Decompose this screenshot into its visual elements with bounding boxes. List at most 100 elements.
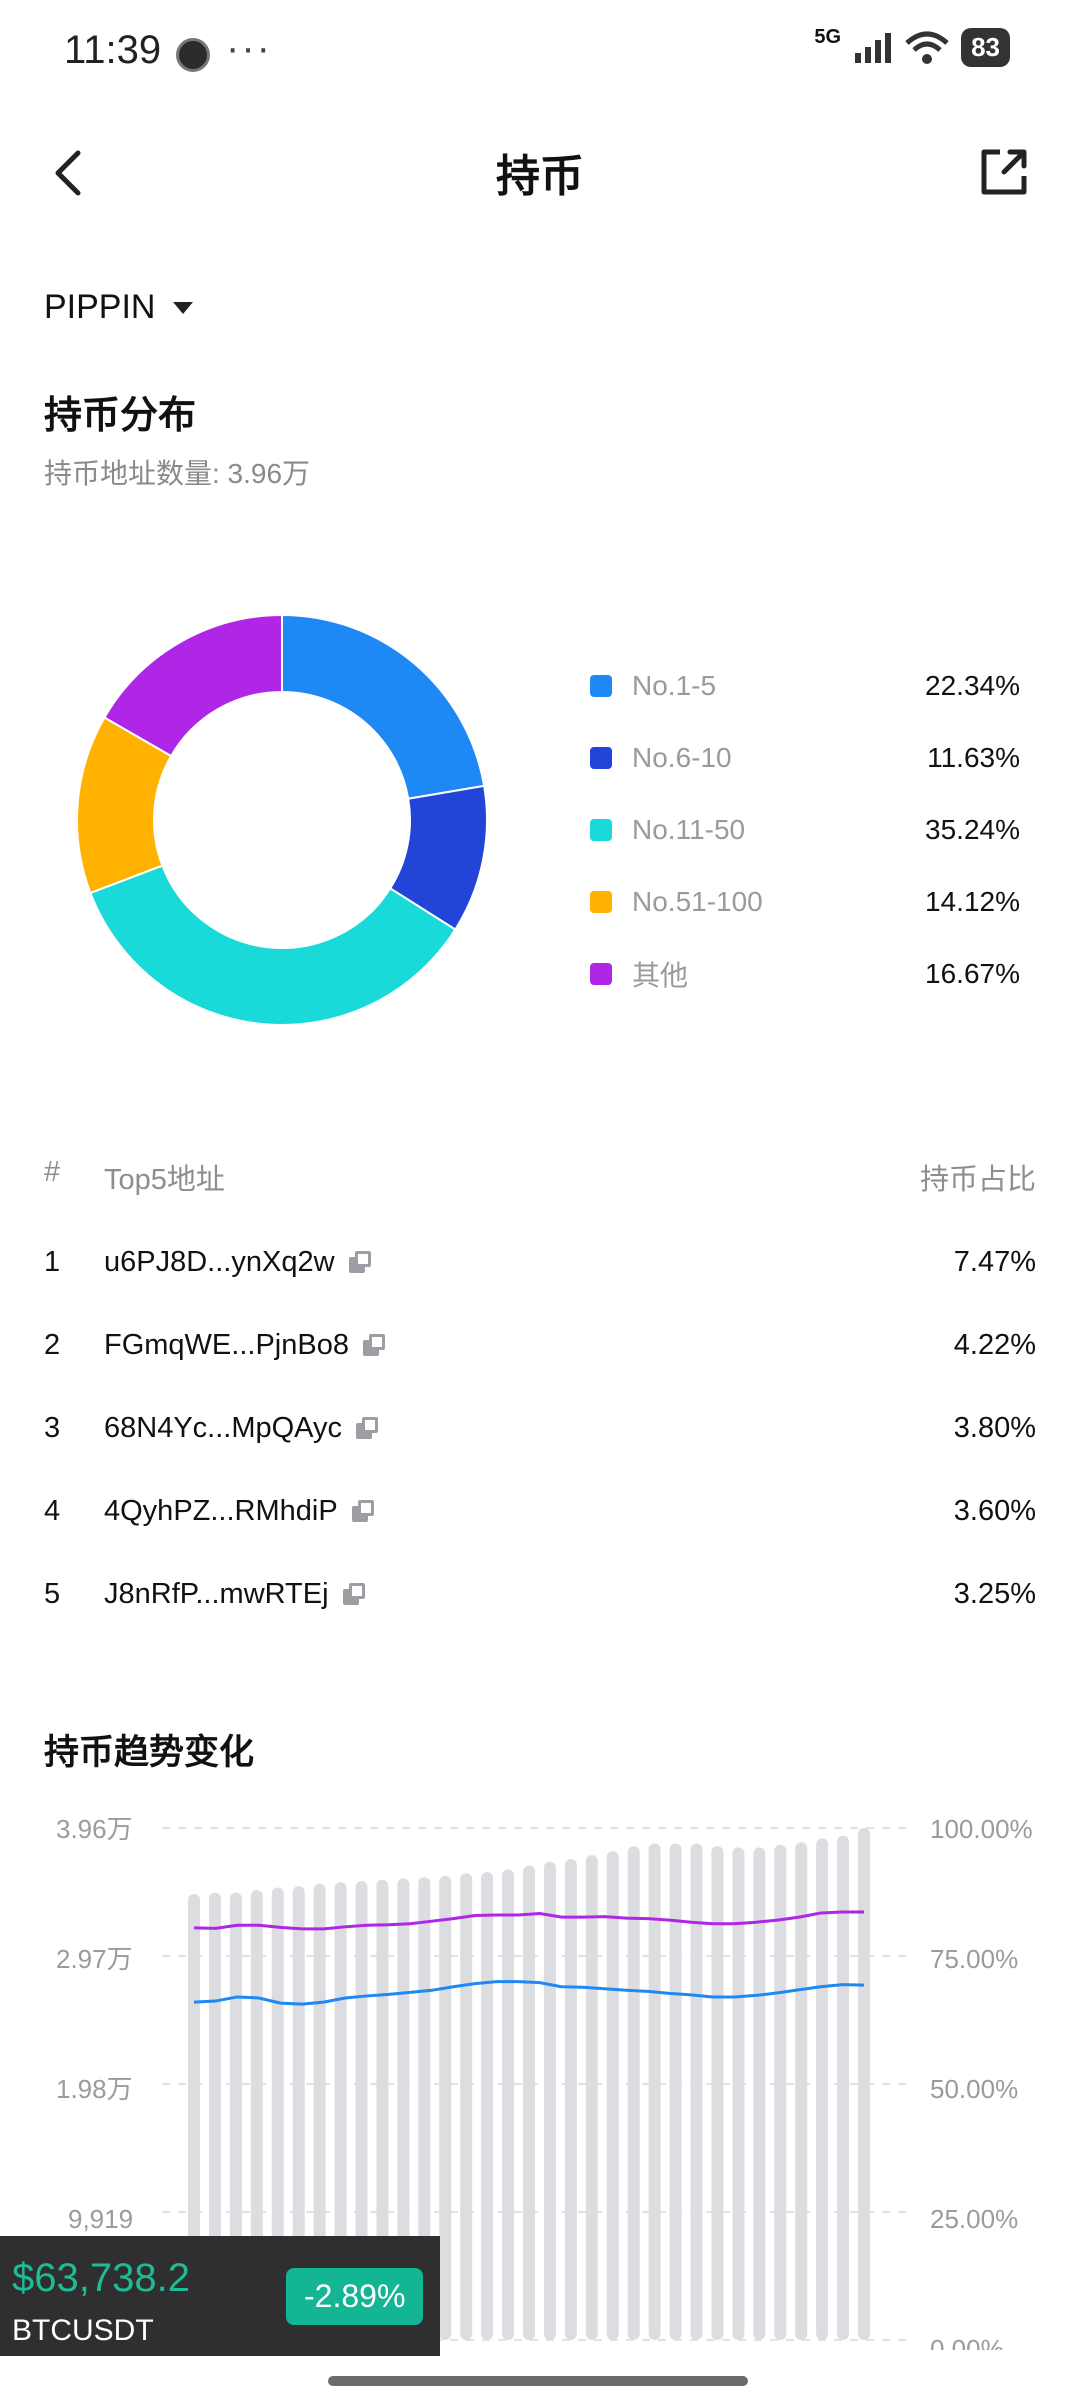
top5-table-header: # Top5地址 持币占比 xyxy=(44,1156,1036,1200)
row-share: 4.22% xyxy=(953,1329,1036,1361)
btc-ticker-widget[interactable]: $63,738.2 BTCUSDT -2.89% xyxy=(0,2236,440,2356)
legend-swatch xyxy=(590,675,612,697)
battery-indicator: 83 xyxy=(961,28,1010,67)
row-address: 68N4Yc...MpQAyc xyxy=(104,1412,380,1445)
holding-distribution-donut xyxy=(76,613,488,1026)
token-name: PIPPIN xyxy=(44,288,156,326)
wifi-icon xyxy=(905,31,949,64)
legend-item: 其他 16.67% xyxy=(590,938,1020,1010)
donut-slice-1 xyxy=(281,613,486,800)
home-indicator[interactable] xyxy=(328,2376,748,2386)
legend-item: No.1-5 22.34% xyxy=(590,650,1020,722)
y-left-tick: 1.98万 xyxy=(56,2074,133,2104)
holder-count-bar xyxy=(732,1847,745,2340)
legend-value: 11.63% xyxy=(927,742,1020,773)
legend-value: 22.34% xyxy=(925,670,1020,701)
holder-count-bar xyxy=(460,1873,473,2340)
row-share: 7.47% xyxy=(953,1246,1036,1278)
address-text: 68N4Yc...MpQAyc xyxy=(104,1412,343,1444)
legend-value: 14.12% xyxy=(925,886,1020,917)
copy-icon[interactable] xyxy=(351,1499,376,1524)
ticker-change-badge: -2.89% xyxy=(286,2268,424,2325)
row-rank: 4 xyxy=(44,1495,61,1527)
clock-app-icon xyxy=(176,38,210,72)
address-text: J8nRfP...mwRTEj xyxy=(104,1578,329,1610)
copy-icon[interactable] xyxy=(356,1416,380,1441)
legend-value: 16.67% xyxy=(925,958,1020,989)
holder-count-bar xyxy=(439,1875,452,2340)
token-selector[interactable]: PIPPIN xyxy=(44,288,194,327)
row-rank: 3 xyxy=(44,1412,61,1444)
share-column-header: 持币占比 xyxy=(919,1164,1036,1196)
table-row: 4 4QyhPZ...RMhdiP 3.60% xyxy=(44,1495,1036,1555)
legend-swatch xyxy=(590,747,612,769)
ticker-price: $63,738.2 xyxy=(12,2256,190,2300)
holder-count-bar xyxy=(585,1855,598,2340)
y-right-tick: 100.00% xyxy=(930,1814,1033,1844)
holder-count-bar xyxy=(481,1871,494,2340)
signal-icon xyxy=(855,32,892,63)
row-rank: 5 xyxy=(44,1578,61,1610)
legend-item: No.6-10 11.63% xyxy=(590,722,1020,794)
row-address: J8nRfP...mwRTEj xyxy=(104,1578,367,1611)
holder-count-bar xyxy=(690,1843,703,2340)
holder-count-bar xyxy=(543,1861,556,2340)
holder-count-bar xyxy=(627,1846,640,2340)
rank-column-header: # xyxy=(44,1156,61,1188)
row-share: 3.60% xyxy=(953,1495,1036,1527)
row-address: 4QyhPZ...RMhdiP xyxy=(104,1495,376,1528)
row-share: 3.25% xyxy=(953,1578,1036,1610)
row-share: 3.80% xyxy=(953,1412,1036,1444)
y-right-tick: 25.00% xyxy=(930,2204,1018,2234)
address-text: FGmqWE...PjnBo8 xyxy=(104,1329,349,1361)
address-text: u6PJ8D...ynXq2w xyxy=(104,1246,335,1278)
network-label: 5G xyxy=(814,26,842,48)
donut-legend: No.1-5 22.34% No.6-10 11.63% No.11-50 35… xyxy=(590,650,1020,1010)
status-time: 11:39 xyxy=(64,28,162,72)
legend-swatch xyxy=(590,963,612,985)
copy-icon[interactable] xyxy=(342,1582,367,1607)
legend-value: 35.24% xyxy=(925,814,1020,845)
address-text: 4QyhPZ...RMhdiP xyxy=(104,1495,338,1527)
legend-swatch xyxy=(590,819,612,841)
copy-icon[interactable] xyxy=(362,1333,387,1358)
table-row: 3 68N4Yc...MpQAyc 3.80% xyxy=(44,1412,1036,1472)
y-right-tick: 0.00% xyxy=(930,2334,1004,2350)
row-address: u6PJ8D...ynXq2w xyxy=(104,1246,373,1279)
holder-count-bar xyxy=(523,1865,535,2340)
row-rank: 1 xyxy=(44,1246,61,1278)
holder-count-bar xyxy=(606,1851,619,2340)
holder-count-bar xyxy=(502,1869,515,2340)
status-icons: 5G 83 xyxy=(814,26,1010,67)
row-rank: 2 xyxy=(44,1329,61,1361)
table-row: 1 u6PJ8D...ynXq2w 7.47% xyxy=(44,1246,1036,1306)
address-count: 持币地址数量: 3.96万 xyxy=(44,458,311,489)
table-row: 2 FGmqWE...PjnBo8 4.22% xyxy=(44,1329,1036,1389)
y-right-tick: 50.00% xyxy=(930,2074,1018,2104)
holder-count-bar xyxy=(669,1843,682,2340)
holder-count-bar xyxy=(711,1846,724,2340)
holder-count-bar xyxy=(858,1828,870,2340)
page-title: 持币 xyxy=(496,152,584,201)
address-column-header: Top5地址 xyxy=(104,1164,225,1196)
y-left-tick: 2.97万 xyxy=(56,1944,133,1974)
legend-item: No.11-50 35.24% xyxy=(590,794,1020,866)
trend-title: 持币趋势变化 xyxy=(44,1733,255,1772)
y-left-tick: 9,919 xyxy=(68,2204,133,2234)
legend-swatch xyxy=(590,891,612,913)
copy-icon[interactable] xyxy=(348,1250,373,1275)
row-address: FGmqWE...PjnBo8 xyxy=(104,1329,387,1362)
holder-count-bar xyxy=(564,1859,577,2340)
legend-label: No.51-100 xyxy=(632,886,763,917)
more-notifications-icon: ··· xyxy=(226,26,272,70)
legend-label: No.11-50 xyxy=(632,814,746,845)
table-row: 5 J8nRfP...mwRTEj 3.25% xyxy=(44,1578,1036,1638)
ticker-symbol: BTCUSDT xyxy=(12,2314,154,2347)
share-icon[interactable] xyxy=(976,144,1032,200)
caret-down-icon xyxy=(173,301,194,314)
legend-label: No.1-5 xyxy=(632,670,717,701)
legend-label: 其他 xyxy=(632,960,689,991)
legend-item: No.51-100 14.12% xyxy=(590,866,1020,938)
legend-label: No.6-10 xyxy=(632,742,732,773)
y-right-tick: 75.00% xyxy=(930,1944,1018,1974)
